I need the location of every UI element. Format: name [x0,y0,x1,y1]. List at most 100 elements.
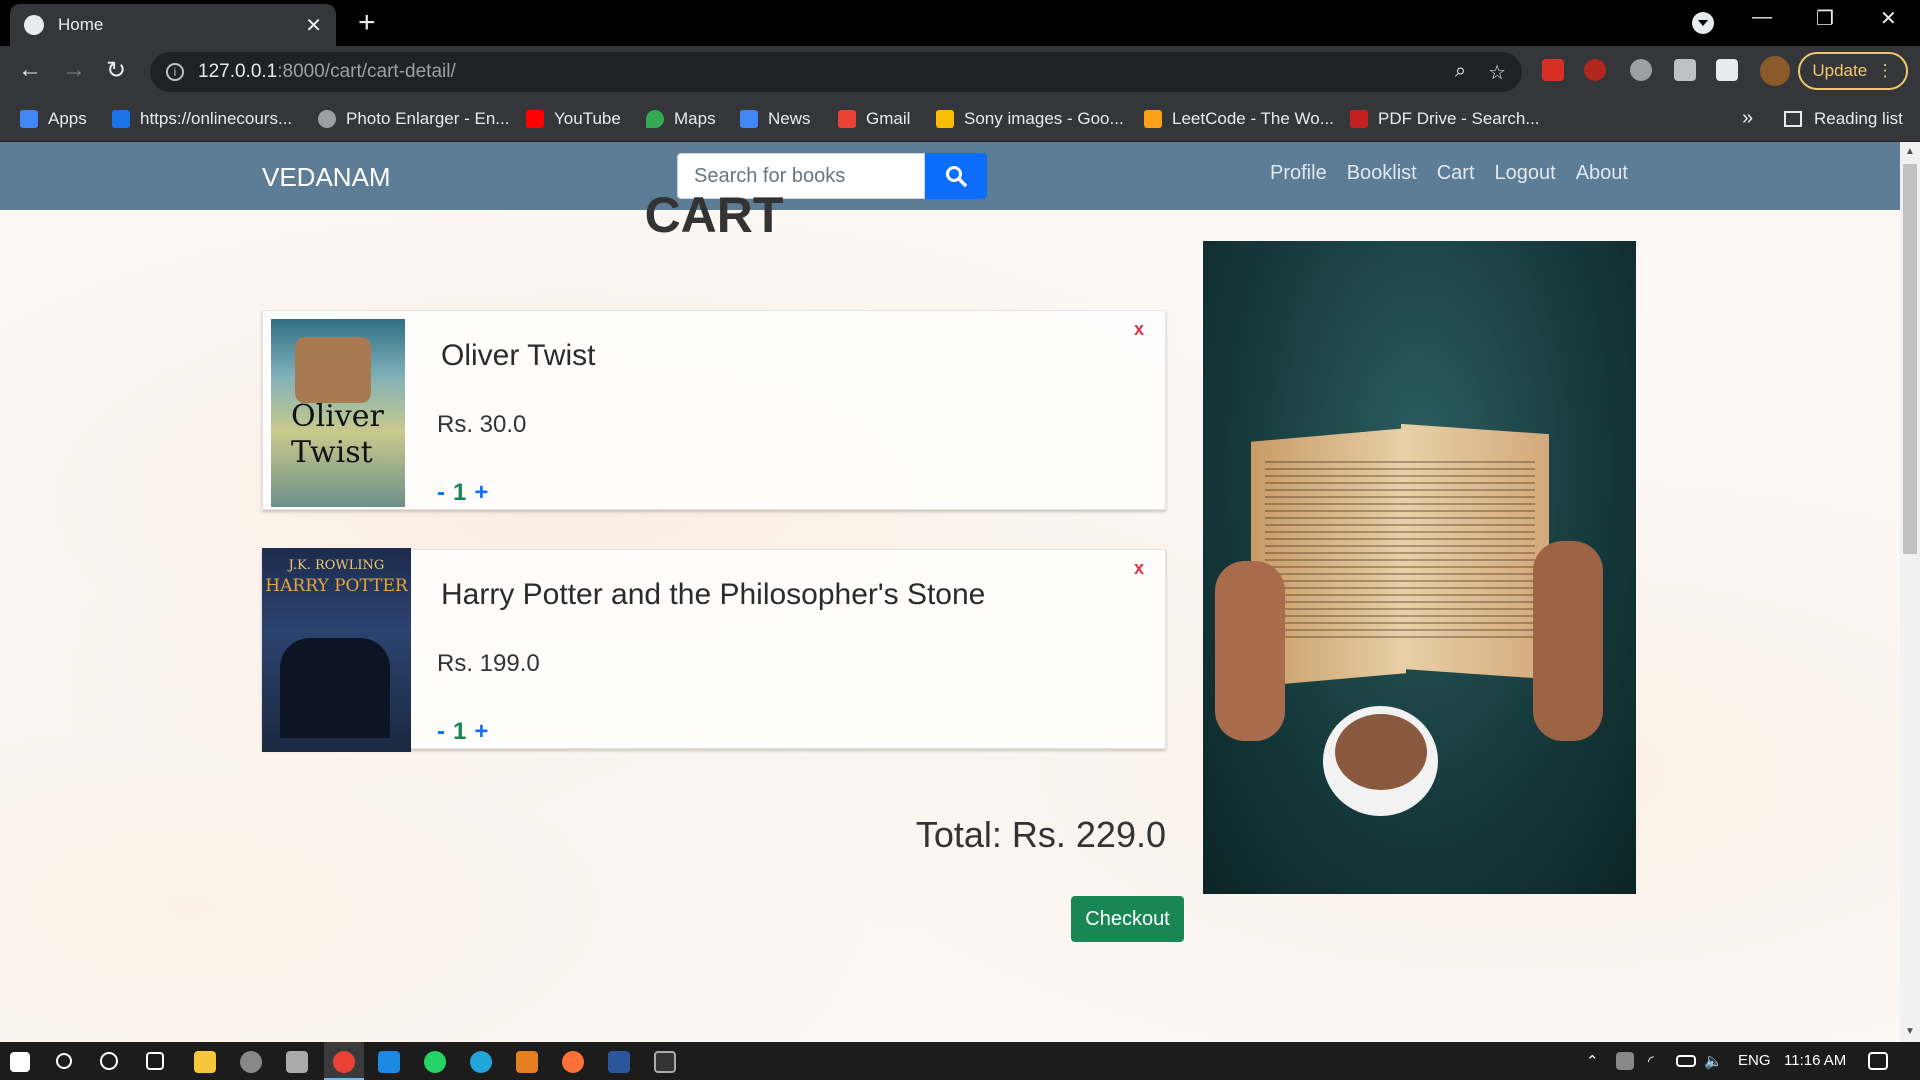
bookmark-onlinecourses[interactable]: https://onlinecours... [112,109,292,129]
scroll-down-icon[interactable]: ▼ [1905,1026,1915,1037]
minimize-icon[interactable]: — [1752,6,1772,29]
tab-home[interactable]: Home ✕ [10,4,336,46]
wifi-icon[interactable]: ◜ [1648,1052,1654,1070]
address-bar[interactable]: i 127.0.0.1 :8000/cart/cart-detail/ ⌕ ☆ [150,52,1522,92]
increase-quantity-button[interactable]: + [474,479,488,507]
bookmark-label: Photo Enlarger - En... [346,109,510,128]
bookmark-gmail[interactable]: Gmail [838,109,910,129]
reload-icon[interactable]: ↻ [106,56,126,85]
decrease-quantity-button[interactable]: - [437,479,445,507]
bookmark-label: YouTube [554,109,621,128]
bookmark-label: LeetCode - The Wo... [1172,109,1334,128]
remove-item-button[interactable]: x [1134,319,1144,340]
window-close-icon[interactable]: ✕ [1880,6,1897,31]
more-bookmarks-button[interactable]: » [1742,107,1753,130]
bookmark-maps[interactable]: Maps [646,109,716,129]
bookmark-news[interactable]: News [740,109,811,129]
volume-icon[interactable]: 🔈 [1704,1052,1723,1070]
cortana-icon[interactable] [100,1052,118,1070]
quantity-stepper: - 1 + [437,718,488,746]
increase-quantity-button[interactable]: + [474,718,488,746]
app-icon[interactable] [240,1051,262,1073]
item-name: Harry Potter and the Philosopher's Stone [441,578,986,611]
battery-icon[interactable] [1676,1055,1696,1067]
coffee [1335,714,1427,790]
globe-icon [24,15,44,35]
nav-cart[interactable]: Cart [1437,162,1475,185]
book-text-lines [1265,461,1535,641]
forward-icon[interactable]: → [62,56,86,84]
bookmark-leetcode[interactable]: LeetCode - The Wo... [1144,109,1334,129]
file-explorer-icon[interactable] [194,1051,216,1073]
store-icon[interactable] [286,1051,308,1073]
bookmark-label: Apps [48,109,87,128]
task-view-icon[interactable] [146,1052,164,1070]
profile-avatar[interactable] [1760,56,1790,86]
nav-logout[interactable]: Logout [1495,162,1556,185]
extension-icon[interactable] [1630,59,1652,81]
bookmark-pdf-drive[interactable]: PDF Drive - Search... [1350,109,1540,129]
cover-title: HARRY POTTER [265,576,408,596]
scroll-up-icon[interactable]: ▲ [1905,146,1915,157]
url-host: 127.0.0.1 [198,61,278,82]
windows-start-icon[interactable] [10,1052,30,1072]
remove-item-button[interactable]: x [1134,558,1144,579]
language-indicator[interactable]: ENG [1738,1052,1771,1069]
bookmark-photo-enlarger[interactable]: Photo Enlarger - En... [318,109,509,129]
site-info-icon[interactable]: i [166,63,184,81]
windows-taskbar: ⌃ ◜ 🔈 ENG 11:16 AM [0,1042,1920,1080]
cart-item: J.K. ROWLING HARRY POTTER Harry Potter a… [262,548,1166,752]
notifications-icon[interactable] [1868,1052,1888,1070]
zoom-icon[interactable]: ⌕ [1455,60,1466,85]
news-icon [740,110,758,128]
bookmark-sony-images[interactable]: Sony images - Goo... [936,109,1124,129]
clock[interactable]: 11:16 AM [1784,1052,1846,1069]
chrome-icon[interactable] [333,1051,355,1073]
bookmark-youtube[interactable]: YouTube [526,109,621,129]
item-price: Rs. 199.0 [437,650,540,677]
whatsapp-icon[interactable] [424,1051,446,1073]
extension-icon[interactable] [1584,59,1606,81]
cart-item: Oliver Twist Oliver Twist Rs. 30.0 - 1 +… [262,310,1166,510]
book-cover-image[interactable]: Oliver Twist [271,319,405,507]
pdf-drive-icon [1350,110,1368,128]
reading-list-label: Reading list [1814,109,1903,128]
tray-app-icon[interactable] [1616,1052,1634,1070]
maps-icon [646,110,664,128]
puzzle-icon[interactable] [1716,59,1738,81]
tab-search-icon[interactable] [1692,12,1714,34]
pocket-extension-icon[interactable] [1542,59,1564,81]
bookmark-star-icon[interactable]: ☆ [1488,60,1506,85]
terminal-icon[interactable] [654,1051,676,1073]
new-tab-button[interactable]: + [358,8,376,38]
update-button[interactable]: Update ⋮ [1798,52,1908,90]
site-nav-links: Profile Booklist Cart Logout About [1270,162,1628,185]
decrease-quantity-button[interactable]: - [437,718,445,746]
bookmark-label: https://onlinecours... [140,109,293,128]
reading-list-button[interactable]: Reading list [1784,109,1903,129]
nav-about[interactable]: About [1576,162,1628,185]
search-icon[interactable] [56,1053,72,1069]
page-scrollbar[interactable]: ▲ ▼ [1900,142,1920,1042]
site-icon [112,110,130,128]
tab-close-button[interactable]: ✕ [305,13,322,38]
book-cover-image[interactable]: J.K. ROWLING HARRY POTTER [262,548,411,752]
chevron-up-icon[interactable]: ⌃ [1586,1052,1599,1070]
scrollbar-thumb[interactable] [1903,164,1917,554]
quantity-value: 1 [453,479,467,506]
item-name: Oliver Twist [441,339,596,372]
back-icon[interactable]: ← [18,56,42,84]
checkout-button[interactable]: Checkout [1071,896,1184,942]
nav-profile[interactable]: Profile [1270,162,1327,185]
restore-icon[interactable]: ❐ [1816,6,1834,31]
hand-left [1215,561,1285,741]
mail-icon[interactable] [378,1051,400,1073]
word-icon[interactable] [608,1051,630,1073]
firefox-icon[interactable] [562,1051,584,1073]
sublime-icon[interactable] [516,1051,538,1073]
nav-booklist[interactable]: Booklist [1347,162,1417,185]
extension-icon[interactable] [1674,59,1696,81]
edge-icon[interactable] [470,1051,492,1073]
gmail-icon [838,110,856,128]
bookmark-apps[interactable]: Apps [20,109,87,129]
